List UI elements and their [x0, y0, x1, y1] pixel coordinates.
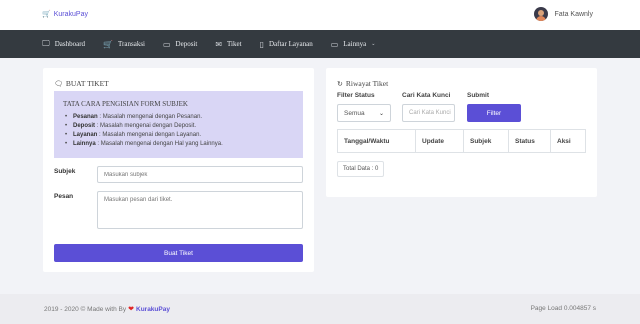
riwayat-title: Riwayat Tiket [345, 79, 389, 88]
col-subjek[interactable]: Subjek [463, 129, 509, 153]
clipboard-icon: ▯ [259, 39, 264, 49]
mail-icon: ✉ [215, 39, 223, 49]
avatar [534, 7, 549, 21]
subjek-label: Subjek [54, 168, 76, 175]
col-update[interactable]: Update [415, 129, 464, 153]
subjek-input[interactable] [97, 166, 303, 183]
rule-key: Layanan [73, 132, 98, 138]
footer-brand-link[interactable]: KurakuPay [136, 306, 170, 313]
kata-kunci-placeholder: Cari Kata Kunci [409, 110, 451, 116]
top-bar: 🛒 KurakuPay Fata Kawnly [0, 0, 640, 30]
list-item: Lainnya : Masalah mengenai dengan Hal ya… [63, 140, 294, 149]
folder-icon: ▭ [330, 39, 339, 49]
rule-key: Deposit [73, 123, 96, 129]
nav-item-lainnya[interactable]: ▭ Lainnya ⌄ [331, 40, 376, 49]
rule-text: : Masalah mengenai dengan Hal yang Lainn… [95, 141, 223, 147]
total-data-badge: Total Data : 0 [337, 161, 385, 177]
buat-tiket-button[interactable]: Buat Tiket [54, 244, 303, 262]
rule-text: : Masalah mengenai dengan Deposit. [95, 123, 197, 129]
list-item: Layanan : Masalah mengenai dengan Layana… [63, 131, 294, 140]
footer-copyright: 2019 - 2020 © Made with By ❤ KurakuPay [44, 305, 170, 314]
riwayat-tiket-card: ↻ Riwayat Tiket Filter Status Cari Kata … [326, 68, 597, 197]
nav-item-daftar-layanan[interactable]: ▯ Daftar Layanan [260, 40, 313, 49]
rules-list: Pesanan : Masalah mengenai dengan Pesana… [63, 113, 294, 149]
subjek-guide-notice: TATA CARA PENGISIAN FORM SUBJEK Pesanan … [54, 91, 303, 158]
nav-item-label: Transaksi [118, 40, 145, 48]
rule-text: : Masalah mengenai dengan Pesanan. [97, 114, 203, 120]
nav-item-transaksi[interactable]: 🛒 Transaksi [103, 40, 145, 49]
history-icon: ↻ [337, 79, 343, 88]
rule-key: Pesanan [73, 114, 98, 120]
pesan-label: Pesan [54, 193, 74, 200]
nav-item-deposit[interactable]: ▭ Deposit [163, 40, 197, 49]
chevron-down-icon: ⌄ [378, 110, 384, 117]
user-menu[interactable]: Fata Kawnly [534, 7, 593, 21]
kata-kunci-input[interactable]: Cari Kata Kunci [402, 104, 455, 122]
rule-key: Lainnya [73, 141, 96, 147]
ticket-icon: 🗨 [54, 79, 63, 88]
card-icon: ▭ [162, 39, 171, 49]
footer: 2019 - 2020 © Made with By ❤ KurakuPay P… [0, 294, 640, 324]
table-header-row: Tanggal/Waktu Update Subjek Status Aksi [337, 129, 586, 153]
nav-item-dashboard[interactable]: 🖵 Dashboard [42, 39, 85, 49]
main-navbar: 🖵 Dashboard 🛒 Transaksi ▭ Deposit ✉ Tike… [0, 30, 640, 58]
brand-name: KurakuPay [53, 10, 88, 18]
page-load-text: Page Load 0.004857 s [530, 305, 596, 312]
monitor-icon: 🖵 [42, 39, 50, 48]
col-status[interactable]: Status [508, 129, 551, 153]
buat-tiket-card: 🗨 BUAT TIKET TATA CARA PENGISIAN FORM SU… [43, 68, 314, 272]
col-tanggal[interactable]: Tanggal/Waktu [337, 129, 416, 153]
cart-icon: 🛒 [103, 39, 114, 49]
user-name: Fata Kawnly [554, 10, 593, 18]
nav-item-label: Lainnya [343, 40, 367, 48]
kata-kunci-label: Cari Kata Kunci [402, 92, 451, 99]
filter-status-label: Filter Status [337, 92, 375, 99]
col-aksi[interactable]: Aksi [550, 129, 586, 153]
card-title: 🗨 BUAT TIKET [54, 79, 109, 88]
filter-button[interactable]: Filter [467, 104, 521, 122]
riwayat-table: Tanggal/Waktu Update Subjek Status Aksi [337, 129, 586, 153]
nav-item-label: Daftar Layanan [268, 40, 313, 48]
rule-text: : Masalah mengenai dengan Layanan. [97, 132, 202, 138]
nav-item-tiket[interactable]: ✉ Tiket [215, 40, 241, 49]
pesan-textarea[interactable] [97, 191, 303, 229]
copyright-text: 2019 - 2020 © Made with By [44, 305, 127, 313]
list-item: Deposit : Masalah mengenai dengan Deposi… [63, 122, 294, 131]
heart-icon: ❤ [128, 306, 134, 313]
nav-item-label: Dashboard [54, 40, 86, 48]
status-select[interactable]: Semua ⌄ [337, 104, 391, 122]
notice-title: TATA CARA PENGISIAN FORM SUBJEK [63, 100, 188, 108]
list-item: Pesanan : Masalah mengenai dengan Pesana… [63, 113, 294, 122]
status-select-value: Semua [344, 109, 365, 117]
brand-link[interactable]: 🛒 KurakuPay [42, 10, 88, 19]
chevron-down-icon: ⌄ [371, 41, 376, 47]
cart-icon: 🛒 [42, 11, 51, 18]
nav-item-label: Deposit [175, 40, 198, 48]
nav-item-label: Tiket [227, 40, 242, 48]
card-title: ↻ Riwayat Tiket [337, 79, 388, 88]
submit-label: Submit [467, 92, 490, 99]
buat-tiket-title: BUAT TIKET [65, 79, 109, 88]
